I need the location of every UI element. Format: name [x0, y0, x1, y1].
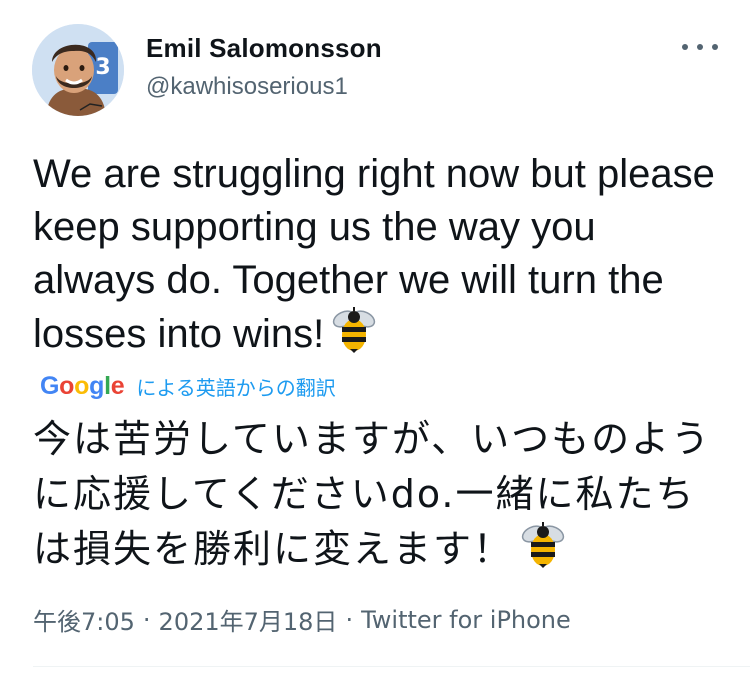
divider [33, 666, 750, 667]
bee-icon [332, 307, 376, 367]
meta-separator: · [142, 605, 151, 634]
translated-text: 今は苦労していますが、いつものように応援してくださいdo.一緒に私たちは損失を勝… [33, 417, 712, 571]
google-logo: Google [40, 371, 125, 400]
handle[interactable]: @kawhisoserious1 [146, 73, 348, 101]
tweet-body: We are struggling right now but please k… [33, 148, 723, 367]
bee-icon [521, 522, 565, 583]
more-dot-icon [712, 44, 718, 50]
more-options-button[interactable] [676, 33, 724, 61]
avatar[interactable]: 3 [32, 24, 124, 116]
tweet-date[interactable]: 2021年7月18日 [159, 602, 338, 637]
avatar-badge-number: 3 [95, 55, 110, 80]
more-dot-icon [682, 44, 688, 50]
avatar-image: 3 [32, 24, 124, 116]
tweet-time[interactable]: 午後7:05 [33, 602, 135, 637]
more-dot-icon [697, 44, 703, 50]
translation-label[interactable]: による英語からの翻訳 [136, 372, 335, 401]
translation-attribution[interactable]: Google による英語からの翻訳 [40, 368, 336, 404]
tweet-source-link[interactable]: Twitter for iPhone [361, 606, 571, 634]
translated-body: 今は苦労していますが、いつものように応援してくださいdo.一緒に私たちは損失を勝… [33, 412, 733, 583]
display-name[interactable]: Emil Salomonsson [146, 33, 382, 64]
tweet-meta: 午後7:05 · 2021年7月18日 · Twitter for iPhone [33, 602, 571, 637]
meta-separator: · [345, 605, 354, 634]
